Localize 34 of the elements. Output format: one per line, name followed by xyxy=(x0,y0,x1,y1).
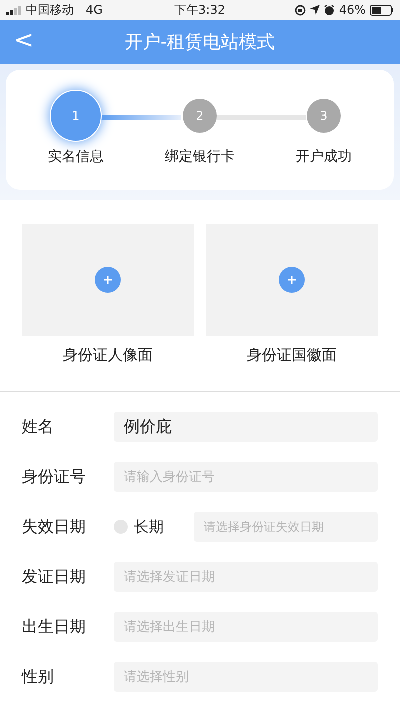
battery-percent: 46% xyxy=(339,3,366,17)
step-label: 开户成功 xyxy=(296,148,352,166)
add-icon xyxy=(279,267,305,293)
page-title: 开户-租赁电站模式 xyxy=(124,31,276,54)
long-term-checkbox[interactable]: 长期 xyxy=(114,518,194,536)
input-field[interactable]: 请选择出生日期 xyxy=(114,612,378,642)
field-label: 性别 xyxy=(22,666,55,688)
location-arrow-icon xyxy=(310,5,320,15)
field-label: 失效日期 xyxy=(22,516,87,538)
battery-icon xyxy=(370,4,394,16)
step-number: 2 xyxy=(183,99,217,133)
alarm-icon xyxy=(324,4,336,16)
step-number: 3 xyxy=(307,99,341,133)
step-label: 绑定银行卡 xyxy=(165,148,235,166)
field-label: 姓名 xyxy=(22,416,55,438)
field-label: 身份证号 xyxy=(22,466,87,488)
step-label: 实名信息 xyxy=(48,148,104,166)
carrier-name: 中国移动 xyxy=(26,2,74,18)
network-type: 4G xyxy=(86,3,103,17)
photo-upload-area[interactable] xyxy=(206,224,378,336)
field-label: 发证日期 xyxy=(22,566,87,588)
upload-label: 身份证国徽面 xyxy=(247,346,337,365)
input-field[interactable]: 请选择性别 xyxy=(114,662,378,692)
input-field[interactable]: 请选择发证日期 xyxy=(114,562,378,592)
clock-time: 下午3:32 xyxy=(174,2,226,18)
field-label: 出生日期 xyxy=(22,616,87,638)
photo-upload-area[interactable] xyxy=(22,224,194,336)
signal-icon xyxy=(6,6,22,14)
upload-label: 身份证人像面 xyxy=(63,346,153,365)
step-number: 1 xyxy=(50,90,102,142)
input-field[interactable]: 例价庇 xyxy=(114,412,378,442)
add-icon xyxy=(95,267,121,293)
date-field[interactable]: 请选择身份证失效日期 xyxy=(194,512,378,542)
input-field[interactable]: 请输入身份证号 xyxy=(114,462,378,492)
